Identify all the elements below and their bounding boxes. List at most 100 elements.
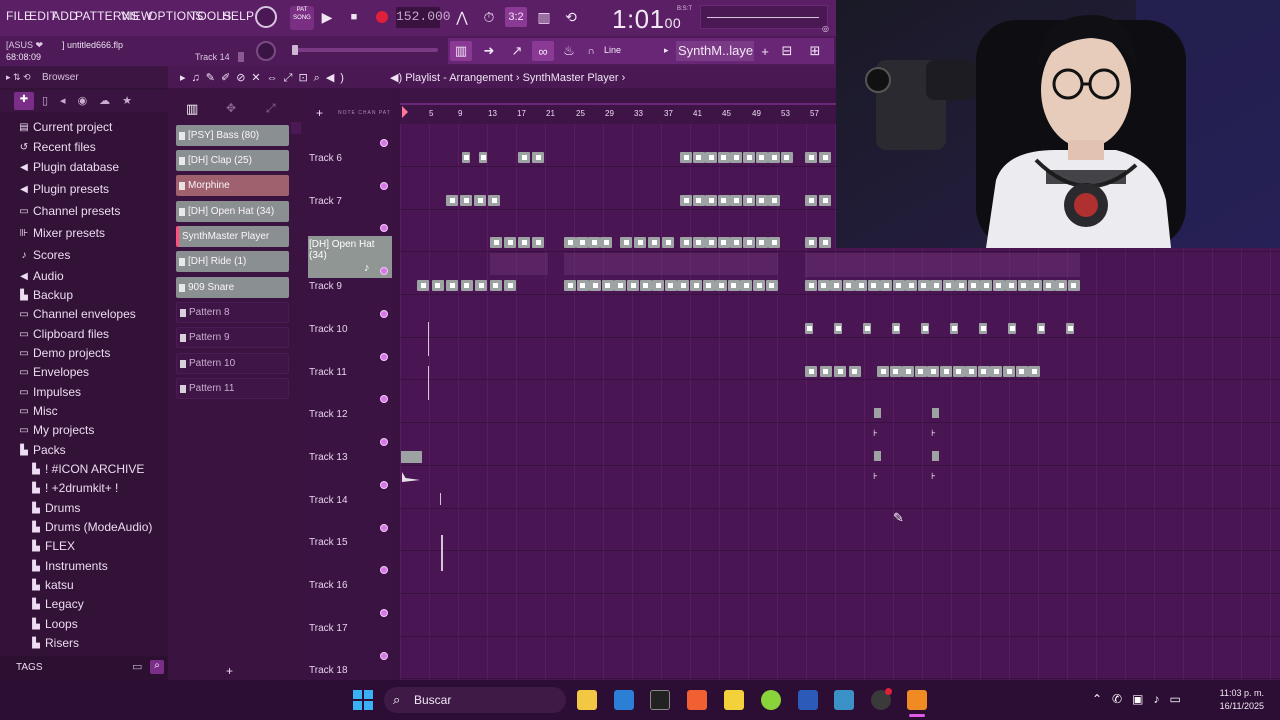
ruler-scrollbar[interactable] [400,103,836,105]
link-icon[interactable]: ∞ [532,41,554,61]
browser-item[interactable]: ▭ Impulses [18,385,81,399]
pattern-clip[interactable] [768,237,781,248]
browser-subitem[interactable]: ▙ ! +2drumkit+ ! [30,481,118,495]
mute-button[interactable] [380,353,388,361]
browser-subitem[interactable]: ▙ Loops [30,617,78,631]
browser-item[interactable]: ◀ Audio [18,269,64,283]
pattern-clip[interactable] [652,280,665,291]
pattern-clip[interactable] [564,280,576,291]
pattern-clip[interactable] [680,152,692,163]
brave-icon[interactable] [687,690,707,710]
pattern-clip[interactable] [902,366,915,377]
tempo-display[interactable]: 152.000 [396,7,451,28]
pattern-clip[interactable] [489,280,502,291]
pattern-clip[interactable] [927,366,940,377]
browser-nav-icon[interactable]: ▸ ⇅ ⟲ [6,72,31,83]
pattern-clip[interactable] [848,366,861,377]
pattern-clip[interactable] [834,366,846,377]
pattern-item[interactable]: Pattern 9 [176,327,289,348]
pattern-clip[interactable] [639,280,652,291]
pattern-clip[interactable] [627,280,639,291]
step-edit-button[interactable]: 3:2 [505,7,527,27]
pattern-clip[interactable] [952,366,965,377]
pattern-clip[interactable] [942,280,955,291]
pattern-clip[interactable] [980,280,992,291]
pattern-clip[interactable] [1055,280,1067,291]
pattern-clip[interactable] [717,152,730,163]
pattern-clip[interactable] [1067,280,1080,291]
browser-item[interactable]: ▭ Demo projects [18,346,110,360]
pattern-clip[interactable] [819,237,831,248]
pattern-clip[interactable] [743,237,755,248]
pattern-clip[interactable] [662,237,674,248]
pattern-clip[interactable] [460,280,473,291]
browser-subitem[interactable]: ▙ Instruments [30,559,108,573]
pattern-clip[interactable] [601,280,614,291]
pattern-item[interactable]: Pattern 8 [176,302,289,323]
pattern-clip[interactable] [805,280,817,291]
pattern-clip[interactable] [692,237,705,248]
browser-all-tab[interactable]: ✚ [14,92,34,110]
scrollbar[interactable] [291,122,301,134]
master-pitch-knob[interactable] [256,41,276,61]
add-pattern-icon[interactable]: + [226,664,233,678]
piano-icon[interactable]: ▥ [186,101,198,117]
pattern-clip[interactable] [830,280,842,291]
record-button[interactable] [376,11,388,23]
pattern-clip[interactable] [863,323,871,334]
browser-item[interactable]: ▭ Misc [18,404,57,418]
channel-rack-icon[interactable]: ⊞ [804,41,826,61]
browser-subitem[interactable]: ▙ Drums (ModeAudio) [30,520,152,534]
mute-button[interactable] [380,395,388,403]
magnet-icon[interactable]: ∩ [584,41,598,61]
pattern-clip[interactable] [634,237,646,248]
playlist-tool-icons[interactable]: ▸♫✎✐⊘✕⇔⤢⊡⌕◀) [180,71,350,85]
pattern-clip[interactable] [892,280,905,291]
pattern-clip[interactable] [715,280,728,291]
pattern-clip[interactable] [819,366,832,377]
pattern-clip[interactable] [743,152,755,163]
pattern-clip[interactable] [588,237,600,248]
pattern-clip[interactable] [702,280,715,291]
pattern-clip[interactable] [1005,280,1017,291]
pattern-clip[interactable] [727,280,740,291]
pattern-clip[interactable] [518,237,530,248]
automation-icon[interactable]: ⤢ [266,101,276,116]
pattern-clip[interactable] [460,195,472,206]
pattern-clip[interactable] [977,366,990,377]
search-icon[interactable]: ⌕ [150,660,164,674]
pattern-clip[interactable] [930,280,942,291]
pattern-clip[interactable] [805,152,817,163]
pattern-clip[interactable] [446,195,458,206]
handle-icon[interactable] [238,52,244,62]
pattern-clip[interactable] [880,280,892,291]
pattern-clip[interactable] [1066,323,1074,334]
pattern-clip[interactable] [730,152,743,163]
pattern-clip[interactable] [1008,323,1016,334]
pattern-clip[interactable] [692,195,705,206]
timeline-ruler[interactable] [400,88,836,124]
pattern-clip[interactable] [431,280,444,291]
pattern-clip[interactable] [504,237,516,248]
pattern-clip[interactable] [992,280,1005,291]
pattern-clip[interactable] [805,237,817,248]
pattern-clip[interactable] [1015,366,1028,377]
pattern-clip[interactable] [730,195,743,206]
mute-button[interactable] [380,224,388,232]
plugin-picker-icon[interactable]: ↗ [506,41,528,61]
pattern-clip[interactable] [805,323,813,334]
pattern-clip[interactable] [488,195,500,206]
browser-item[interactable]: ▭ Channel presets [18,204,120,218]
photos-icon[interactable] [834,690,854,710]
pattern-clip[interactable] [955,280,967,291]
pattern-clip[interactable] [1042,280,1055,291]
system-tray-icons[interactable]: ⌃✆▣♪▭ [1092,692,1191,706]
pattern-clip[interactable] [753,280,765,291]
view-mode-tabs[interactable]: NOTE CHAN PAT [338,90,398,118]
mute-button[interactable] [380,481,388,489]
browser-item[interactable]: ◀ Plugin presets [18,182,109,196]
pattern-clip[interactable] [532,152,544,163]
pattern-clip[interactable] [462,152,470,163]
browser-item[interactable]: ▭ Channel envelopes [18,307,135,321]
pattern-clip[interactable] [932,451,939,461]
